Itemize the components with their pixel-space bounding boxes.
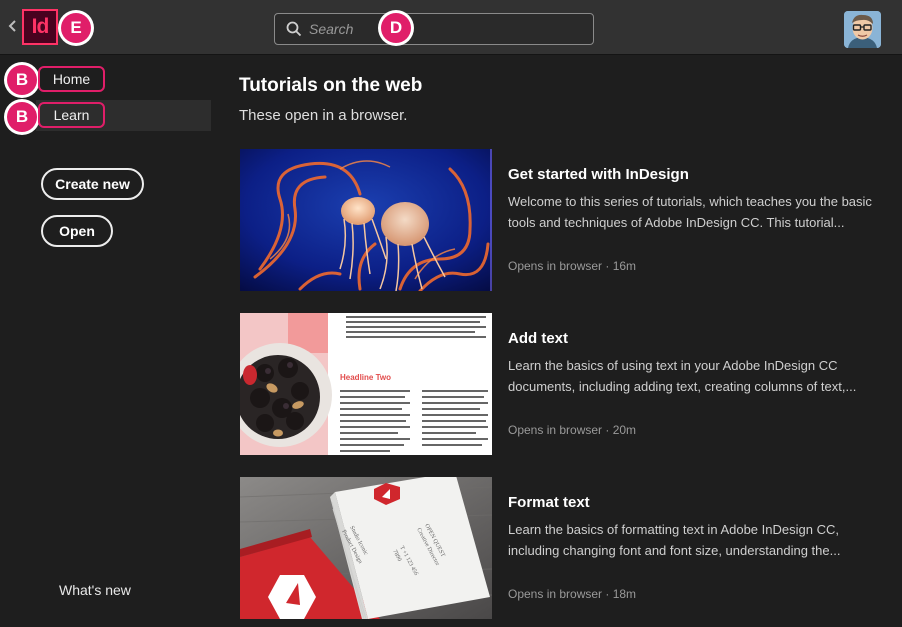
tutorial-thumbnail-business-cards[interactable]: Studio Iconic Product Design OPEN QUEST … [240, 477, 492, 619]
tutorial-thumbnail-layout[interactable]: Headline Two [240, 313, 492, 455]
sidebar-item-learn[interactable]: Learn [38, 102, 105, 128]
callout-badge-b-learn: B [7, 102, 37, 132]
tutorial-title[interactable]: Format text [508, 494, 590, 511]
tutorial-title[interactable]: Get started with InDesign [508, 166, 689, 183]
tutorial-meta: Opens in browser · 16m [508, 259, 637, 273]
top-bar: Id E D [0, 0, 902, 55]
page-title: Tutorials on the web [239, 75, 423, 96]
callout-badge-e: E [61, 13, 91, 43]
callout-badge-d: D [381, 13, 411, 43]
tutorial-title[interactable]: Add text [508, 330, 568, 347]
tutorial-meta: Opens in browser · 20m [508, 423, 637, 437]
back-chevron-icon[interactable] [6, 16, 20, 36]
app-window: Id E D B Home B Learn [0, 0, 902, 627]
tutorial-description: Learn the basics of formatting text in A… [508, 522, 841, 558]
search-box[interactable] [274, 13, 594, 45]
search-input[interactable] [309, 18, 579, 40]
user-avatar[interactable] [844, 11, 881, 48]
page-subtitle: These open in a browser. [239, 107, 408, 124]
whats-new-link[interactable]: What's new [59, 582, 131, 598]
tutorial-meta: Opens in browser · 18m [508, 587, 637, 601]
thumbnail-headline: Headline Two [340, 373, 391, 382]
search-icon [286, 21, 302, 37]
sidebar-item-home[interactable]: Home [38, 66, 105, 92]
tutorial-description: Learn the basics of using text in your A… [508, 358, 857, 394]
callout-badge-b-home: B [7, 65, 37, 95]
indesign-logo-icon[interactable]: Id [22, 9, 58, 45]
tutorial-thumbnail-jellyfish[interactable] [240, 149, 492, 291]
tutorial-description: Welcome to this series of tutorials, whi… [508, 194, 872, 230]
create-new-button[interactable]: Create new [41, 168, 144, 200]
open-button[interactable]: Open [41, 215, 113, 247]
